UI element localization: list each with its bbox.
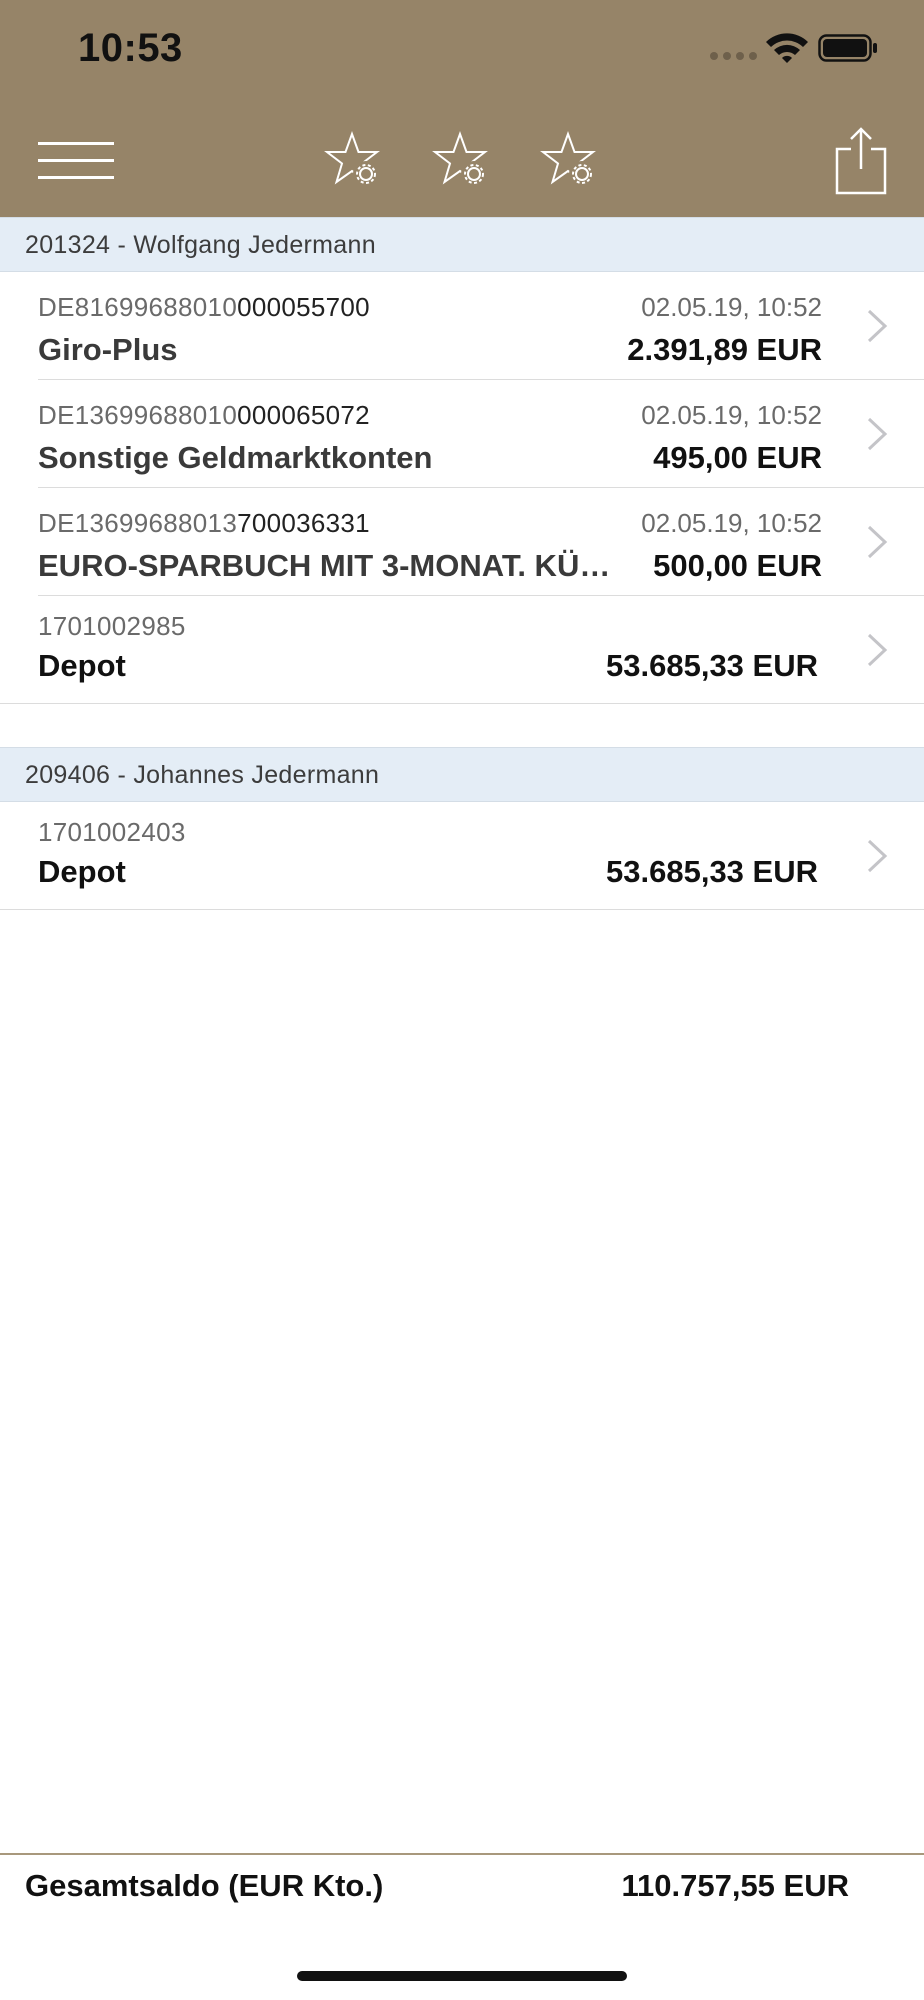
account-row[interactable]: DE13699688013700036331 02.05.19, 10:52 E… <box>0 488 924 596</box>
menu-button[interactable] <box>38 136 114 182</box>
hamburger-menu-icon <box>38 142 114 145</box>
section-title: 209406 - Johannes Jedermann <box>25 761 380 789</box>
depot-number: 1701002403 <box>38 817 186 847</box>
section-header-customer-1: 201324 - Wolfgang Jedermann <box>0 217 924 272</box>
account-row-depot[interactable]: 1701002403 Depot 53.685,33 EUR <box>0 802 924 910</box>
section-title: 201324 - Wolfgang Jedermann <box>25 231 376 259</box>
depot-number: 1701002985 <box>38 611 186 641</box>
section-header-customer-2: 209406 - Johannes Jedermann <box>0 747 924 802</box>
total-balance-label: Gesamtsaldo (EUR Kto.) <box>25 1868 384 1903</box>
account-balance: 2.391,89 EUR <box>627 332 822 367</box>
battery-icon <box>818 34 877 62</box>
account-timestamp: 02.05.19, 10:52 <box>641 292 822 322</box>
account-row[interactable]: DE13699688010000065072 02.05.19, 10:52 S… <box>0 380 924 488</box>
account-timestamp: 02.05.19, 10:52 <box>641 508 822 538</box>
chevron-right-icon <box>867 839 888 873</box>
home-indicator[interactable] <box>297 1971 627 1981</box>
star-gear-icon <box>324 131 380 187</box>
account-name: EURO-SPARBUCH MIT 3-MONAT. KÜNDIGUNGSFRI… <box>38 548 626 583</box>
chevron-right-icon <box>867 633 888 667</box>
account-name: Depot <box>38 854 126 889</box>
account-balance: 53.685,33 EUR <box>606 648 818 683</box>
star-gear-icon <box>540 131 596 187</box>
account-timestamp: 02.05.19, 10:52 <box>641 400 822 430</box>
top-bar: 10:53 <box>0 0 924 217</box>
account-name: Sonstige Geldmarktkonten <box>38 440 433 475</box>
favorite-button-1[interactable] <box>322 130 386 194</box>
account-row-depot[interactable]: 1701002985 Depot 53.685,33 EUR <box>0 596 924 704</box>
favorite-button-3[interactable] <box>538 130 602 194</box>
chevron-right-icon <box>867 525 888 559</box>
account-balance: 53.685,33 EUR <box>606 854 818 889</box>
share-icon[interactable] <box>833 125 889 197</box>
account-name: Depot <box>38 648 126 683</box>
chevron-right-icon <box>867 417 888 451</box>
total-balance-amount: 110.757,55 EUR <box>621 1868 849 1903</box>
account-iban: DE13699688013700036331 <box>38 508 370 538</box>
account-balance: 495,00 EUR <box>653 440 822 475</box>
chevron-right-icon <box>867 309 888 343</box>
cellular-signal-icon <box>710 52 757 60</box>
account-balance: 500,00 EUR <box>653 548 822 583</box>
account-name: Giro-Plus <box>38 332 178 367</box>
app-screen: 10:53 201324 - Wolfgang Jedermann DE8169… <box>0 0 924 2000</box>
status-time: 10:53 <box>78 26 183 70</box>
star-gear-icon <box>432 131 488 187</box>
account-iban: DE13699688010000065072 <box>38 400 370 430</box>
account-iban: DE81699688010000055700 <box>38 292 370 322</box>
footer-divider <box>0 1853 924 1855</box>
account-row[interactable]: DE81699688010000055700 02.05.19, 10:52 G… <box>0 272 924 380</box>
favorite-button-2[interactable] <box>430 130 494 194</box>
wifi-icon <box>766 33 808 63</box>
